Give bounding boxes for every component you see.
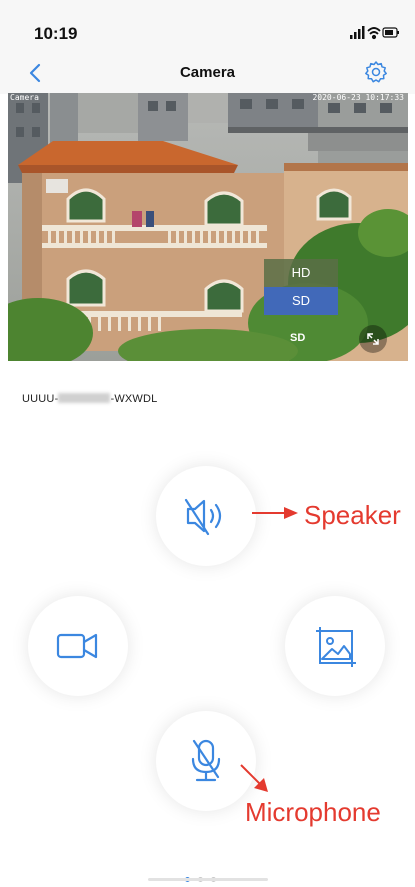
microphone-annotation-arrow bbox=[240, 764, 268, 792]
navigation-bar: Camera bbox=[0, 52, 415, 94]
expand-icon bbox=[367, 333, 379, 345]
device-name-redacted bbox=[58, 393, 111, 404]
video-camera-icon bbox=[56, 633, 98, 659]
quality-menu: HD SD bbox=[264, 259, 338, 315]
live-video-feed[interactable]: Camera 2020-06-23 10:17:33 HD SD SD bbox=[8, 93, 408, 361]
device-name: UUUU- -WXWDL bbox=[22, 393, 157, 405]
quality-option-hd[interactable]: HD bbox=[264, 259, 338, 287]
device-name-prefix: UUUU- bbox=[22, 393, 59, 405]
osd-camera-label: Camera bbox=[10, 93, 39, 102]
cellular-signal-icon bbox=[350, 26, 365, 39]
snapshot-button[interactable] bbox=[285, 596, 385, 696]
camera-feed-image bbox=[8, 93, 408, 361]
fullscreen-button[interactable] bbox=[359, 325, 387, 353]
microphone-mute-icon bbox=[191, 739, 221, 782]
record-button[interactable] bbox=[28, 596, 128, 696]
status-bar: 10:19 bbox=[0, 0, 415, 52]
osd-timestamp: 2020-06-23 10:17:33 bbox=[312, 93, 404, 102]
speaker-annotation-label: Speaker bbox=[304, 500, 401, 530]
speaker-mute-icon bbox=[184, 498, 222, 536]
microphone-annotation-label: Microphone bbox=[245, 797, 381, 827]
device-name-suffix: -WXWDL bbox=[110, 393, 158, 405]
page-title: Camera bbox=[179, 64, 236, 81]
home-indicator bbox=[148, 878, 268, 881]
battery-icon bbox=[382, 27, 399, 38]
microphone-button[interactable] bbox=[156, 711, 256, 811]
speaker-annotation-arrow bbox=[252, 507, 298, 519]
speaker-button[interactable] bbox=[156, 466, 256, 566]
wifi-icon bbox=[367, 27, 381, 40]
image-icon bbox=[316, 627, 356, 667]
settings-button[interactable] bbox=[364, 60, 388, 84]
gear-icon bbox=[365, 61, 387, 83]
status-icons bbox=[350, 26, 400, 45]
quality-option-sd[interactable]: SD bbox=[264, 287, 338, 315]
status-time: 10:19 bbox=[34, 24, 78, 43]
quality-toggle[interactable]: SD bbox=[290, 332, 305, 344]
